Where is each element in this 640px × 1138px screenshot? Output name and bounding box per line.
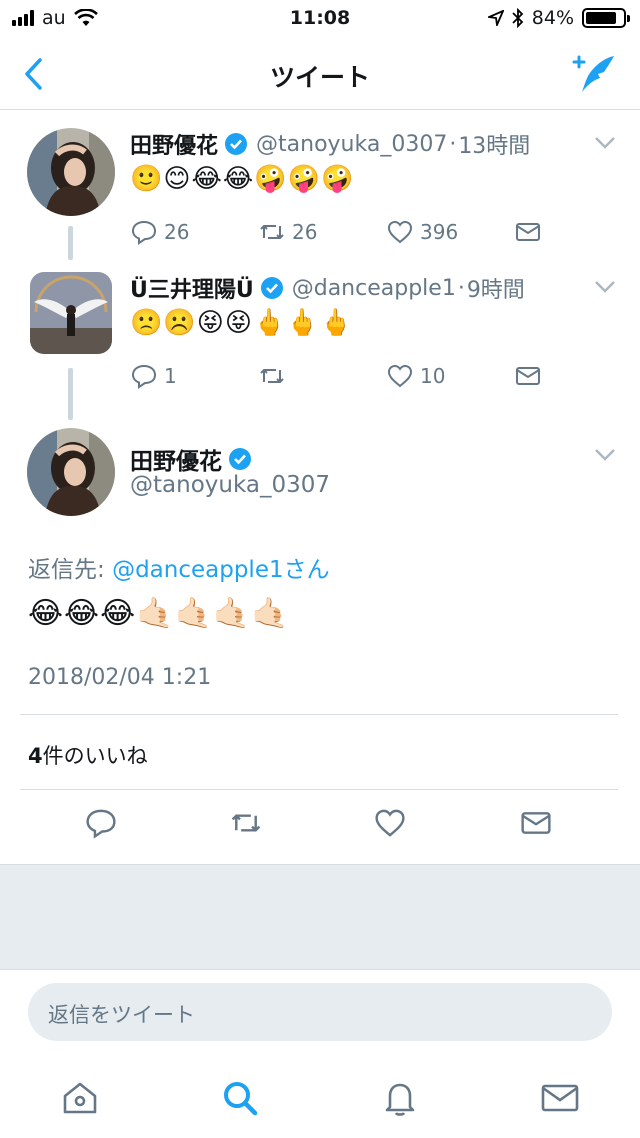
chevron-down-icon[interactable]: [594, 136, 616, 150]
dot-separator: ·: [457, 275, 465, 301]
dm-icon: [516, 223, 540, 241]
chevron-down-icon[interactable]: [594, 448, 616, 462]
retweet-icon: [260, 369, 284, 383]
thread-line: [68, 226, 73, 260]
tweet-text: 🙂😊😂😂🤪🤪🤪: [130, 164, 355, 194]
tweet-time: 9時間: [466, 278, 525, 303]
page-title: ツイート: [269, 63, 370, 92]
thread-line: [68, 368, 73, 420]
author-name[interactable]: Ü三井理陽Ü: [130, 272, 254, 304]
compose-icon[interactable]: [570, 52, 618, 96]
verified-icon: [229, 448, 251, 470]
reply-icon: [131, 364, 157, 389]
retweet-button[interactable]: 26: [258, 218, 386, 246]
author-name[interactable]: 田野優花: [130, 128, 218, 160]
divider: [20, 789, 618, 790]
avatar[interactable]: [27, 428, 115, 516]
dm-button[interactable]: [514, 362, 640, 390]
like-icon[interactable]: [373, 806, 407, 840]
reply-to-prefix: 返信先:: [28, 557, 113, 583]
messages-icon[interactable]: [540, 1078, 580, 1118]
reply-input[interactable]: 返信をツイート: [28, 983, 612, 1041]
reply-button[interactable]: 1: [130, 362, 258, 390]
home-icon[interactable]: [60, 1078, 100, 1118]
reply-icon[interactable]: [84, 806, 118, 840]
dm-icon[interactable]: [519, 806, 553, 840]
tweet-time: 13時間: [458, 134, 531, 159]
avatar[interactable]: [27, 128, 115, 216]
battery-percent: 84%: [531, 7, 574, 29]
dm-button[interactable]: [514, 218, 640, 246]
tab-bar: [0, 1060, 640, 1138]
dot-separator: ·: [449, 131, 457, 157]
reply-placeholder: 返信をツイート: [48, 1003, 195, 1027]
author-handle[interactable]: @tanoyuka_0307: [130, 472, 330, 498]
like-icon: [387, 220, 413, 244]
empty-area: [0, 864, 640, 970]
likes-count: 4: [28, 744, 43, 768]
verified-icon: [225, 133, 248, 155]
tweet-date: 2018/02/04 1:21: [28, 665, 212, 690]
reply-to: 返信先: @danceapple1さん: [28, 550, 330, 584]
retweet-icon[interactable]: [229, 806, 263, 840]
main-actions: [0, 806, 640, 850]
like-button[interactable]: 10: [386, 362, 514, 390]
like-button[interactable]: 396: [386, 218, 514, 246]
like-count: 396: [420, 220, 459, 244]
verified-icon: [260, 277, 283, 299]
search-icon[interactable]: [220, 1078, 260, 1118]
reply-count: 1: [164, 364, 177, 388]
tweet-text: 🙁☹️😝😝🖕🖕🖕: [130, 308, 354, 338]
reply-icon: [131, 220, 157, 245]
dm-icon: [516, 367, 540, 385]
author-handle[interactable]: @danceapple1: [292, 276, 456, 301]
avatar[interactable]: [30, 272, 112, 354]
retweet-button[interactable]: [258, 362, 386, 390]
status-bar: au 11:08 84%: [0, 0, 640, 40]
reply-button[interactable]: 26: [130, 218, 258, 246]
tweet-text: 😂😂😂🤙🏻🤙🏻🤙🏻🤙🏻: [28, 596, 290, 631]
battery-icon: [582, 8, 630, 28]
like-icon: [387, 364, 413, 388]
location-icon: [487, 10, 504, 26]
likes-summary[interactable]: 4件のいいね: [28, 740, 148, 770]
author-handle[interactable]: @tanoyuka_0307: [256, 132, 447, 157]
divider: [20, 714, 618, 715]
retweet-count: 26: [292, 220, 318, 244]
like-count: 10: [420, 364, 446, 388]
reply-count: 26: [164, 220, 190, 244]
nav-bar: ツイート: [0, 40, 640, 110]
author-name[interactable]: 田野優花: [130, 442, 222, 476]
notifications-icon[interactable]: [380, 1078, 420, 1118]
chevron-down-icon[interactable]: [594, 280, 616, 294]
reply-to-link[interactable]: @danceapple1さん: [112, 557, 330, 583]
likes-label: 件のいいね: [42, 744, 148, 768]
bluetooth-icon: [512, 8, 524, 28]
retweet-icon: [260, 225, 284, 239]
